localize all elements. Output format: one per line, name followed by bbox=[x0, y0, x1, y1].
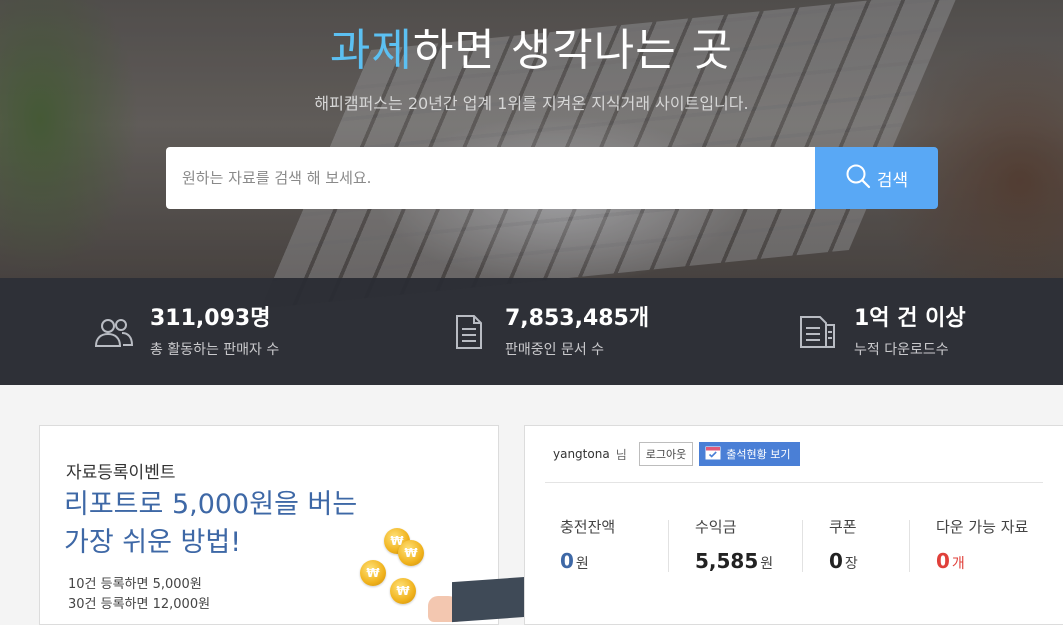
metric-value: 0원 bbox=[560, 549, 615, 573]
search-button-label: 검색 bbox=[876, 170, 909, 191]
metric-label: 수익금 bbox=[695, 518, 737, 536]
attendance-button-label: 출석현황 보기 bbox=[726, 448, 791, 461]
stat-label: 총 활동하는 판매자 수 bbox=[150, 341, 280, 358]
metric-number: 0 bbox=[936, 549, 950, 573]
event-detail-line: 30건 등록하면 12,000원 bbox=[68, 597, 211, 612]
metric-separator bbox=[668, 520, 669, 572]
metric-unit: 원 bbox=[575, 556, 589, 572]
event-headline: 리포트로 5,000원을 버는 가장 쉬운 방법! bbox=[64, 486, 357, 562]
metric-number: 5,585 bbox=[695, 549, 759, 573]
metric-value: 0장 bbox=[829, 549, 858, 573]
stat-label: 누적 다운로드수 bbox=[854, 341, 949, 358]
hero-title-accent: 과제 bbox=[329, 25, 413, 76]
hero-title-rest: 하면 생각나는 곳 bbox=[412, 25, 734, 76]
users-icon bbox=[92, 310, 136, 354]
attendance-button[interactable]: 출석현황 보기 bbox=[699, 442, 801, 466]
search-input[interactable] bbox=[166, 147, 816, 209]
metric-separator bbox=[802, 520, 803, 572]
hero-title: 과제하면 생각나는 곳 bbox=[0, 14, 1063, 78]
metric-value: 5,585 원 bbox=[695, 549, 773, 573]
hero-subtitle: 해피캠퍼스는 20년간 업계 1위를 지켜온 지식거래 사이트입니다. bbox=[314, 94, 749, 113]
metric-number: 0 bbox=[829, 549, 843, 573]
metric-label: 다운 가능 자료 bbox=[936, 518, 1029, 536]
metric-unit: 개 bbox=[951, 556, 965, 572]
document-icon bbox=[447, 310, 491, 354]
metric-balance[interactable]: 충전잔액 0원 bbox=[560, 516, 615, 573]
username: yangtona bbox=[553, 447, 610, 461]
event-banner[interactable]: 자료등록이벤트 리포트로 5,000원을 버는 가장 쉬운 방법! 10건 등록… bbox=[39, 425, 540, 625]
metric-unit: 원 bbox=[760, 556, 774, 572]
event-headline-line2: 가장 쉬운 방법! bbox=[64, 527, 242, 558]
documents-icon bbox=[796, 310, 840, 354]
coin-icon: ₩ bbox=[390, 578, 416, 604]
metric-earnings[interactable]: 수익금 5,585 원 bbox=[695, 516, 773, 573]
search-button[interactable]: 검색 bbox=[815, 147, 938, 209]
event-tag: 자료등록이벤트 bbox=[66, 463, 176, 483]
metric-label: 충전잔액 bbox=[560, 518, 616, 536]
metric-number: 0 bbox=[560, 549, 574, 573]
stat-value: 311,093명 bbox=[150, 305, 271, 331]
metric-downloadable[interactable]: 다운 가능 자료 0개 bbox=[936, 516, 1028, 573]
metric-coupons[interactable]: 쿠폰 0장 bbox=[829, 516, 858, 573]
hero-banner: 과제하면 생각나는 곳 해피캠퍼스는 20년간 업계 1위를 지켜온 지식거래 … bbox=[0, 0, 1063, 309]
coin-icon: ₩ bbox=[398, 540, 424, 566]
user-row: yangtona 님 로그아웃 출석현황 보기 bbox=[553, 442, 801, 466]
event-headline-line1: 리포트로 5,000원을 버는 bbox=[64, 489, 358, 520]
stat-downloads: 1억 건 이상 누적 다운로드수 bbox=[796, 278, 966, 385]
stat-value: 1억 건 이상 bbox=[854, 305, 966, 331]
stat-sellers: 311,093명 총 활동하는 판매자 수 bbox=[92, 278, 279, 385]
event-detail-line: 10건 등록하면 5,000원 bbox=[68, 577, 202, 592]
calendar-icon bbox=[705, 445, 721, 463]
coin-icon: ₩ bbox=[360, 560, 386, 586]
stat-documents: 7,853,485개 판매중인 문서 수 bbox=[447, 278, 649, 385]
stat-label: 판매중인 문서 수 bbox=[505, 341, 605, 358]
search-icon bbox=[845, 163, 871, 194]
metric-separator bbox=[909, 520, 910, 572]
metric-unit: 장 bbox=[844, 556, 858, 572]
metric-value: 0개 bbox=[936, 549, 1028, 573]
username-suffix: 님 bbox=[615, 447, 627, 462]
account-panel: yangtona 님 로그아웃 출석현황 보기 충전잔액 0원 수익금 5,58… bbox=[524, 425, 1063, 625]
stat-value: 7,853,485개 bbox=[505, 305, 650, 331]
stats-bar: 311,093명 총 활동하는 판매자 수 7,853,485개 판매중인 문서… bbox=[0, 278, 1063, 385]
logout-button[interactable]: 로그아웃 bbox=[638, 442, 694, 466]
metric-label: 쿠폰 bbox=[829, 518, 857, 536]
divider bbox=[545, 482, 1043, 483]
